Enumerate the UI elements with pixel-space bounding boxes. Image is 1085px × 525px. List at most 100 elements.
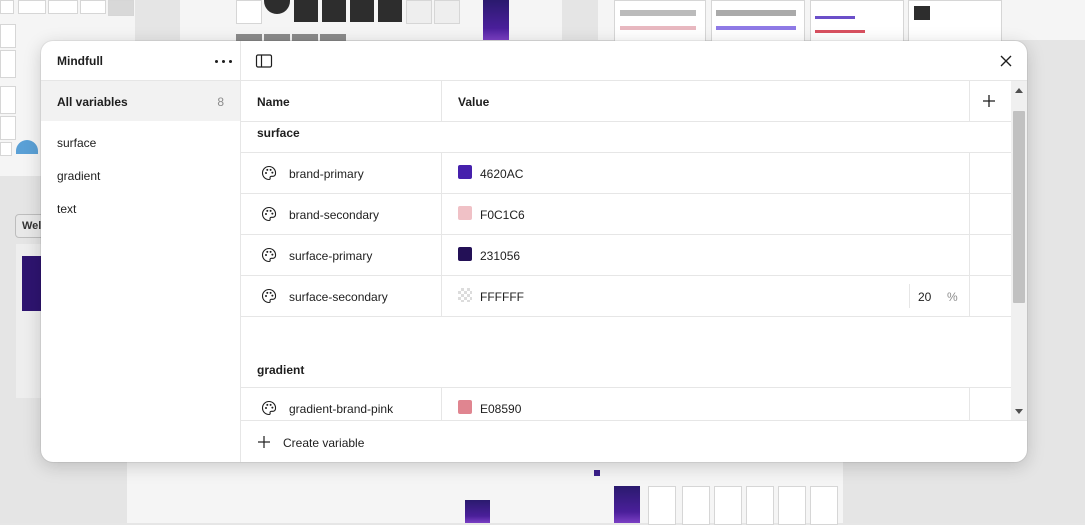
variable-row[interactable]: surface-primary 231056: [241, 235, 1011, 276]
canvas-thumb: [406, 0, 432, 24]
opacity-value[interactable]: 20: [918, 290, 931, 304]
variable-hex-value[interactable]: F0C1C6: [480, 208, 525, 222]
color-swatch[interactable]: [458, 165, 472, 179]
canvas-thumb: [322, 0, 346, 22]
variables-table: surface brand-primary 4620AC brand-secondar…: [241, 122, 1011, 420]
sidebar-toggle-icon[interactable]: [255, 53, 273, 69]
group-header: surface: [241, 122, 1011, 153]
palette-icon: [261, 247, 277, 263]
canvas-thumb: [236, 0, 262, 24]
column-divider: [969, 235, 970, 275]
variable-row[interactable]: brand-secondary F0C1C6: [241, 194, 1011, 235]
canvas-thumb: [614, 486, 640, 523]
canvas-thumb: [320, 34, 346, 41]
variable-hex-value[interactable]: E08590: [480, 402, 521, 416]
canvas-thumb: [0, 142, 12, 156]
sidebar-item-gradient[interactable]: gradient: [57, 169, 100, 183]
column-header-value[interactable]: Value: [458, 95, 489, 109]
column-divider: [441, 81, 442, 121]
more-icon[interactable]: [212, 54, 236, 68]
collections-sidebar: Mindfull All variables 8 surface gradien…: [41, 41, 241, 462]
canvas-thumb: [810, 0, 904, 42]
canvas-thumb-line: [620, 26, 696, 30]
table-header: Name Value: [241, 81, 1027, 122]
sidebar-item-surface[interactable]: surface: [57, 136, 96, 150]
canvas-thumb: [80, 0, 106, 14]
plus-icon: [257, 435, 271, 449]
column-divider: [441, 276, 442, 316]
group-title: surface: [257, 126, 300, 140]
canvas-thumb-line: [620, 10, 696, 16]
canvas-thumb: [434, 0, 460, 24]
variable-row[interactable]: gradient-brand-pink E08590: [241, 388, 1011, 420]
canvas-thumb: [22, 256, 42, 311]
variable-name[interactable]: brand-secondary: [289, 208, 379, 222]
canvas-thumb: [778, 486, 806, 525]
create-variable-label: Create variable: [283, 436, 365, 450]
canvas-thumb: [0, 116, 16, 140]
canvas-thumb: [810, 486, 838, 525]
palette-icon: [261, 206, 277, 222]
canvas-thumb: [711, 0, 805, 42]
opacity-divider: [909, 284, 910, 308]
variable-hex-value[interactable]: FFFFFF: [480, 290, 524, 304]
variable-row[interactable]: brand-primary 4620AC: [241, 153, 1011, 194]
scrollbar-thumb[interactable]: [1013, 111, 1025, 303]
column-divider: [441, 194, 442, 234]
canvas-thumb-line: [716, 10, 796, 16]
canvas-thumb: [350, 0, 374, 22]
sidebar-item-text[interactable]: text: [57, 202, 76, 216]
column-divider: [441, 153, 442, 193]
variable-row[interactable]: surface-secondary FFFFFF 20%: [241, 276, 1011, 317]
group-header: gradient: [241, 352, 1011, 388]
column-divider: [969, 194, 970, 234]
variable-name[interactable]: gradient-brand-pink: [289, 402, 393, 416]
collection-title[interactable]: Mindfull: [57, 54, 103, 68]
variable-name[interactable]: surface-primary: [289, 249, 372, 263]
variables-modal: Mindfull All variables 8 surface gradien…: [41, 41, 1027, 462]
canvas-thumb: [682, 486, 710, 525]
variable-name[interactable]: surface-secondary: [289, 290, 388, 304]
color-swatch[interactable]: [458, 247, 472, 261]
column-divider: [441, 235, 442, 275]
modal-toolbar: [241, 41, 1027, 81]
canvas-thumb: [483, 0, 509, 40]
color-swatch[interactable]: [458, 206, 472, 220]
canvas-thumb: [0, 86, 16, 114]
canvas-thumb: [108, 0, 134, 16]
palette-icon: [261, 400, 277, 416]
add-mode-icon[interactable]: [981, 93, 997, 109]
canvas-thumb: [18, 0, 46, 14]
color-swatch[interactable]: [458, 400, 472, 414]
canvas-thumb-line: [815, 30, 865, 33]
canvas-thumb: [292, 34, 318, 41]
canvas-thumb: [714, 486, 742, 525]
palette-icon: [261, 165, 277, 181]
canvas-thumb: [0, 24, 16, 48]
canvas-thumb: [465, 500, 490, 523]
column-divider: [969, 276, 970, 316]
collection-header: Mindfull: [41, 41, 240, 81]
variable-name[interactable]: brand-primary: [289, 167, 364, 181]
scroll-down-arrow-icon[interactable]: [1015, 409, 1023, 414]
variable-hex-value[interactable]: 231056: [480, 249, 520, 263]
color-swatch[interactable]: [458, 288, 472, 302]
column-header-name[interactable]: Name: [257, 95, 290, 109]
canvas-thumb: [0, 50, 16, 78]
sidebar-item-all-variables[interactable]: All variables 8: [41, 81, 240, 121]
canvas-thumb: [378, 0, 402, 22]
canvas-thumb-line: [815, 16, 855, 19]
column-divider: [969, 81, 970, 121]
canvas-thumb: [746, 486, 774, 525]
close-icon[interactable]: [997, 52, 1015, 70]
scroll-up-arrow-icon[interactable]: [1015, 88, 1023, 93]
column-divider: [441, 388, 442, 420]
canvas-thumb: [264, 34, 290, 41]
canvas-thumb: [294, 0, 318, 22]
modal-footer: Create variable: [241, 420, 1027, 462]
opacity-unit: %: [947, 290, 958, 304]
variables-main: Name Value surface brand-primary 4620AC bra…: [241, 41, 1027, 462]
column-divider: [969, 388, 970, 420]
canvas-thumb: [0, 0, 14, 14]
variable-hex-value[interactable]: 4620AC: [480, 167, 523, 181]
